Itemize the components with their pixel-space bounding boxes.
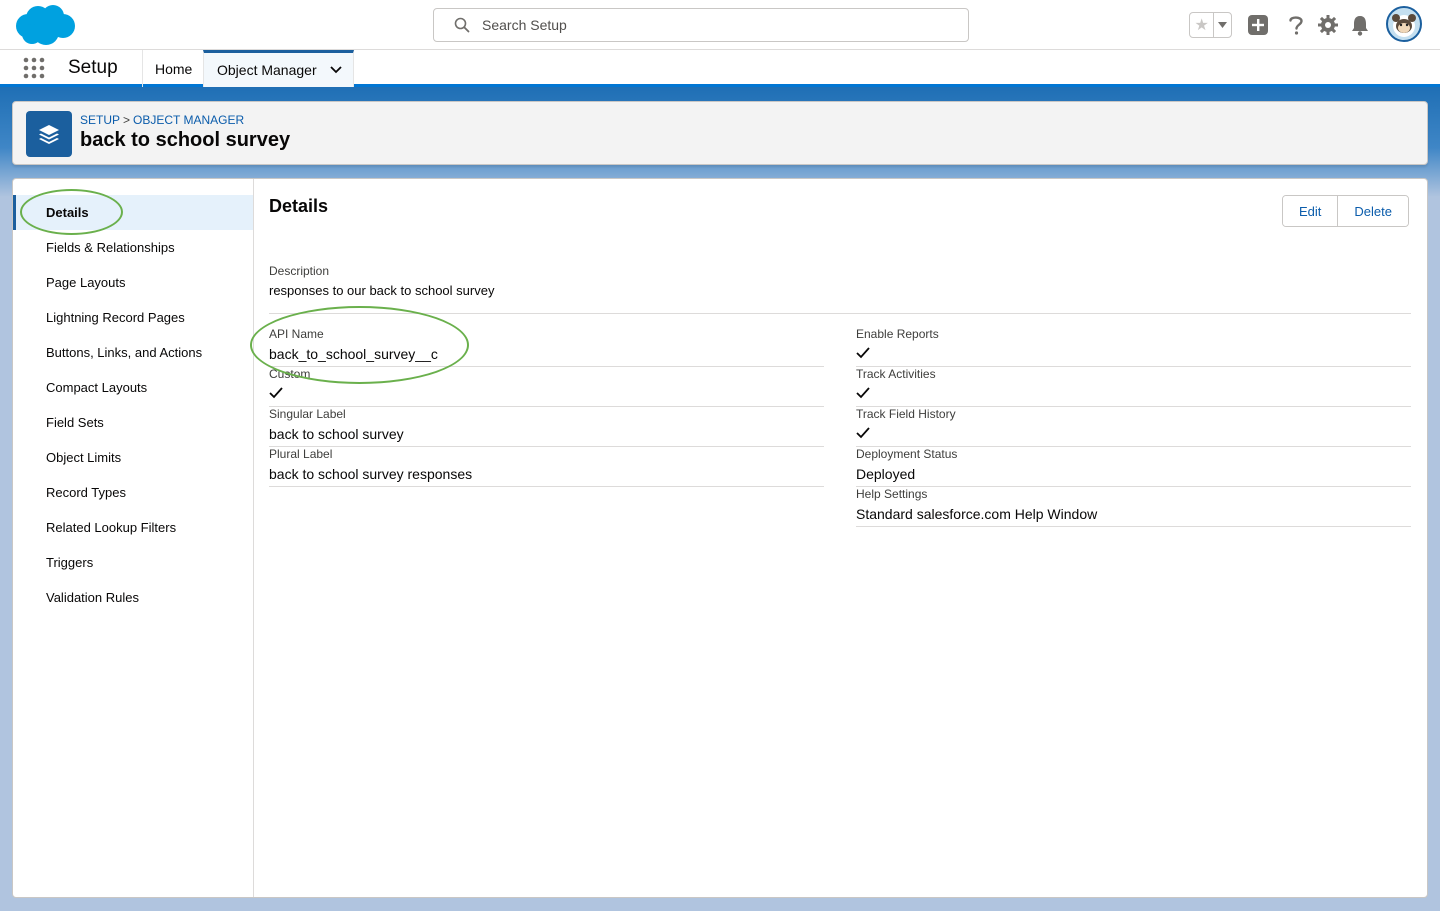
- sidebar-item-label: Object Limits: [46, 450, 122, 465]
- sidebar-item-fields-relationships[interactable]: Fields & Relationships: [13, 230, 253, 265]
- deployment-status-field: Deployment Status Deployed: [856, 447, 1411, 487]
- favorites-button-group: ★: [1189, 12, 1232, 38]
- sidebar-item-label: Details: [46, 205, 89, 220]
- api-name-field: API Name back_to_school_survey__c: [269, 327, 824, 367]
- help-button[interactable]: [1284, 12, 1308, 38]
- field-label: Help Settings: [856, 487, 928, 501]
- field-label: Enable Reports: [856, 327, 939, 341]
- global-actions-button[interactable]: [1246, 12, 1270, 38]
- sidebar-item-page-layouts[interactable]: Page Layouts: [13, 265, 253, 300]
- sidebar-item-label: Buttons, Links, and Actions: [46, 345, 203, 360]
- description-field: Description responses to our back to sch…: [269, 264, 1411, 314]
- favorites-dropdown[interactable]: [1213, 13, 1231, 37]
- tab-object-manager-label: Object Manager: [217, 62, 317, 78]
- plus-icon: [1248, 15, 1268, 35]
- details-panel: Details Edit Delete Description response…: [269, 179, 1427, 897]
- sidebar-item-label: Compact Layouts: [46, 380, 148, 395]
- tab-home-label: Home: [155, 60, 193, 77]
- page-title: back to school survey: [80, 129, 291, 151]
- sidebar-item-label: Validation Rules: [46, 590, 139, 605]
- field-label: Track Activities: [856, 367, 936, 381]
- field-label: Track Field History: [856, 407, 956, 421]
- sidebar-item-field-sets[interactable]: Field Sets: [13, 405, 253, 440]
- field-label: Custom: [269, 367, 311, 381]
- checkmark-icon: [269, 387, 283, 399]
- search-icon: [454, 17, 470, 33]
- sidebar-item-record-types[interactable]: Record Types: [13, 475, 253, 510]
- avatar[interactable]: [1386, 6, 1422, 42]
- object-detail-card: Details Fields & Relationships Page Layo…: [12, 178, 1428, 898]
- field-value: Deployed: [856, 466, 916, 482]
- sidebar-item-object-limits[interactable]: Object Limits: [13, 440, 253, 475]
- gear-icon: [1318, 15, 1338, 35]
- track-field-history-field: Track Field History: [856, 407, 1411, 447]
- sidebar-item-buttons-links-actions[interactable]: Buttons, Links, and Actions: [13, 335, 253, 370]
- favorites-star-icon[interactable]: ★: [1190, 13, 1213, 37]
- field-value: responses to our back to school survey: [269, 283, 495, 298]
- field-label: API Name: [269, 327, 324, 341]
- checkmark-icon: [856, 427, 870, 439]
- sidebar-item-label: Related Lookup Filters: [46, 520, 177, 535]
- notifications-button[interactable]: [1348, 12, 1372, 38]
- plural-label-field: Plural Label back to school survey respo…: [269, 447, 824, 487]
- sidebar-item-label: Triggers: [46, 555, 94, 570]
- field-value: back to school survey responses: [269, 466, 473, 482]
- sidebar-item-label: Record Types: [46, 485, 126, 500]
- global-header: ★: [0, 0, 1440, 50]
- breadcrumb-separator: >: [123, 113, 131, 127]
- chevron-down-icon: [1218, 22, 1228, 28]
- delete-button[interactable]: Delete: [1337, 196, 1408, 226]
- details-actions: Edit Delete: [1282, 195, 1409, 227]
- field-label: Description: [269, 264, 330, 278]
- checkmark-icon: [856, 347, 870, 359]
- object-page-header: SETUP > OBJECT MANAGER back to school surv…: [12, 101, 1428, 165]
- chevron-down-icon[interactable]: [329, 66, 342, 74]
- layers-icon: [39, 125, 59, 144]
- field-label: Singular Label: [269, 407, 346, 421]
- bell-icon: [1352, 16, 1368, 36]
- custom-object-icon: [26, 111, 72, 157]
- field-value: Standard salesforce.com Help Window: [856, 506, 1098, 522]
- search-input[interactable]: [482, 9, 952, 41]
- edit-button[interactable]: Edit: [1283, 196, 1338, 226]
- tab-object-manager[interactable]: Object Manager: [203, 50, 354, 87]
- field-value: back to school survey: [269, 426, 404, 442]
- field-label: Plural Label: [269, 447, 333, 461]
- enable-reports-field: Enable Reports: [856, 327, 1411, 367]
- app-launcher-icon[interactable]: [22, 56, 46, 80]
- astro-avatar-icon: [1392, 14, 1416, 37]
- setup-button[interactable]: [1316, 12, 1340, 38]
- app-navigation-bar: Setup Home Object Manager: [0, 50, 1440, 87]
- custom-field: Custom: [269, 367, 824, 407]
- sidebar-item-details[interactable]: Details: [13, 195, 253, 230]
- sidebar-item-label: Page Layouts: [46, 275, 126, 290]
- search-box[interactable]: [433, 8, 969, 42]
- track-activities-field: Track Activities: [856, 367, 1411, 407]
- breadcrumb: SETUP > OBJECT MANAGER: [80, 113, 244, 127]
- details-title: Details: [269, 196, 329, 216]
- help-icon: [1289, 16, 1303, 35]
- singular-label-field: Singular Label back to school survey: [269, 407, 824, 447]
- breadcrumb-object-manager-link[interactable]: OBJECT MANAGER: [133, 113, 244, 127]
- details-left-column: API Name back_to_school_survey__c Custom…: [269, 327, 824, 487]
- field-label: Deployment Status: [856, 447, 958, 461]
- sidebar-item-validation-rules[interactable]: Validation Rules: [13, 580, 253, 615]
- details-right-column: Enable Reports Track Activities Track Fi…: [856, 327, 1411, 527]
- object-sidebar-nav: Details Fields & Relationships Page Layo…: [13, 179, 254, 897]
- breadcrumb-setup-link[interactable]: SETUP: [80, 113, 120, 127]
- field-value: back_to_school_survey__c: [269, 346, 438, 362]
- sidebar-item-label: Lightning Record Pages: [46, 310, 185, 325]
- sidebar-item-lightning-record-pages[interactable]: Lightning Record Pages: [13, 300, 253, 335]
- sidebar-item-label: Field Sets: [46, 415, 104, 430]
- salesforce-cloud-logo[interactable]: [14, 4, 76, 46]
- help-settings-field: Help Settings Standard salesforce.com He…: [856, 487, 1411, 527]
- sidebar-item-label: Fields & Relationships: [46, 240, 175, 255]
- sidebar-item-compact-layouts[interactable]: Compact Layouts: [13, 370, 253, 405]
- sidebar-item-related-lookup-filters[interactable]: Related Lookup Filters: [13, 510, 253, 545]
- tab-home[interactable]: Home: [142, 50, 203, 87]
- sidebar-item-triggers[interactable]: Triggers: [13, 545, 253, 580]
- app-name: Setup: [68, 57, 118, 78]
- checkmark-icon: [856, 387, 870, 399]
